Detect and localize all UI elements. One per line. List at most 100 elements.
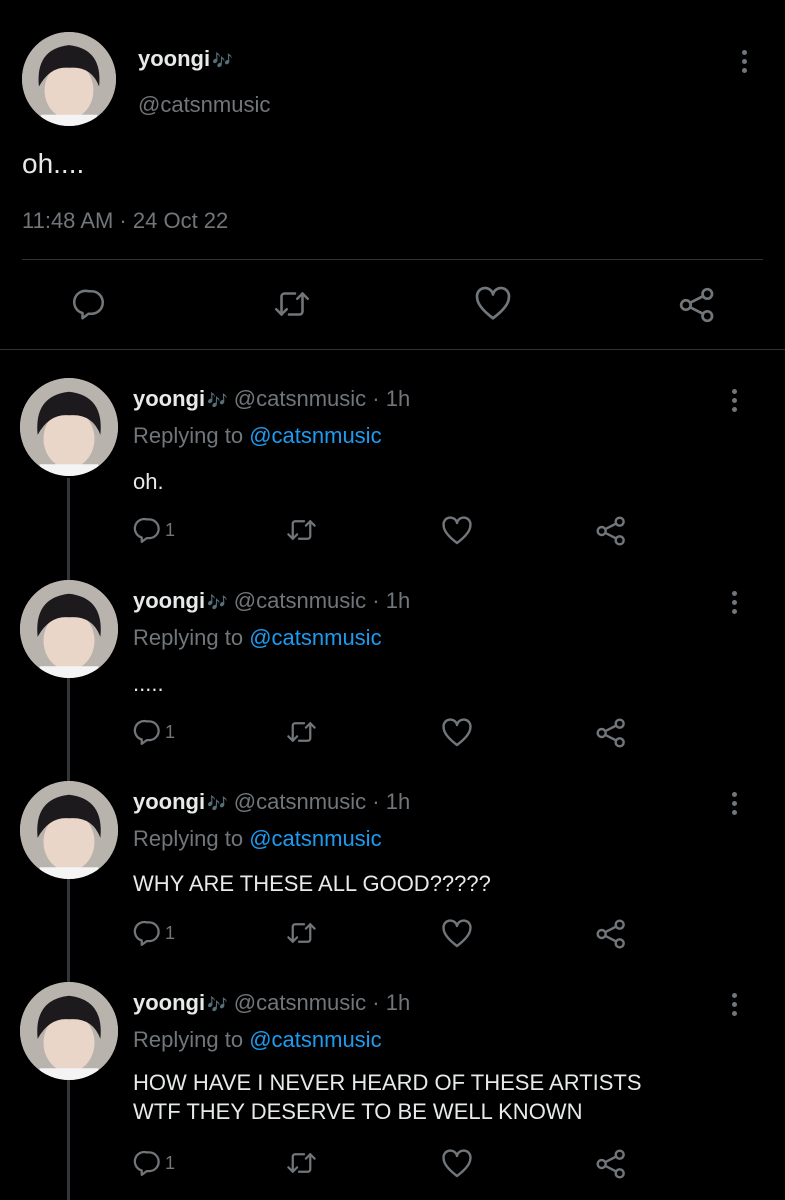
music-note-emoji: 🎶 xyxy=(207,594,228,612)
music-note-emoji: 🎶 xyxy=(207,996,228,1014)
like-button[interactable] xyxy=(441,516,473,546)
reply-time[interactable]: · 1h xyxy=(372,386,410,411)
reply-time[interactable]: · 1h xyxy=(372,789,410,814)
music-note-emoji: 🎶 xyxy=(212,52,233,70)
reply-avatar[interactable] xyxy=(20,378,118,476)
reply-button[interactable] xyxy=(72,286,108,322)
like-button[interactable] xyxy=(441,1149,473,1179)
reply-avatar[interactable] xyxy=(20,580,118,678)
heart-icon xyxy=(442,516,472,545)
more-options-button[interactable] xyxy=(730,591,738,614)
reply-text-line: ..... xyxy=(133,671,164,696)
reply-avatar[interactable] xyxy=(20,781,118,879)
share-button[interactable] xyxy=(595,717,627,749)
replying-to-handle-link[interactable]: @catsnmusic xyxy=(249,625,381,650)
music-note-emoji: 🎶 xyxy=(207,795,228,813)
reply-count: 1 xyxy=(165,1152,176,1173)
handle[interactable]: @catsnmusic xyxy=(234,789,366,814)
share-button[interactable] xyxy=(595,1148,627,1180)
retweet-arrows-icon xyxy=(287,520,316,540)
retweet-arrows-icon xyxy=(287,722,316,742)
speech-bubble-icon xyxy=(133,1150,160,1176)
like-button[interactable] xyxy=(441,718,473,748)
retweet-button[interactable] xyxy=(285,918,318,948)
reply-text: ..... xyxy=(133,669,164,698)
reply-actions: 1 xyxy=(133,918,633,950)
speech-bubble-icon xyxy=(72,289,104,320)
heart-icon xyxy=(442,1149,472,1178)
reply-time[interactable]: · 1h xyxy=(372,990,410,1015)
reply-count: 1 xyxy=(165,922,176,943)
handle[interactable]: @catsnmusic xyxy=(234,588,366,613)
avatar-photo xyxy=(20,580,118,678)
more-options-button[interactable] xyxy=(730,389,738,412)
reply-header: yoongi 🎶 @catsnmusic · 1h xyxy=(133,789,410,815)
reply-avatar[interactable] xyxy=(20,982,118,1080)
share-nodes-icon xyxy=(679,287,714,323)
reply-text-line: WHY ARE THESE ALL GOOD????? xyxy=(133,871,491,896)
replying-to-handle-link[interactable]: @catsnmusic xyxy=(249,1027,381,1052)
display-name[interactable]: yoongi xyxy=(133,990,205,1015)
retweet-button[interactable] xyxy=(285,717,318,747)
retweet-arrows-icon xyxy=(274,292,310,316)
retweet-button[interactable] xyxy=(285,1148,318,1178)
reply-header: yoongi 🎶 @catsnmusic · 1h xyxy=(133,386,410,412)
display-name[interactable]: yoongi xyxy=(133,789,205,814)
reply-actions: 1 xyxy=(133,717,633,749)
avatar-photo xyxy=(22,32,116,126)
like-button[interactable] xyxy=(474,286,512,322)
replying-to-handle-link[interactable]: @catsnmusic xyxy=(249,423,381,448)
share-nodes-icon xyxy=(596,919,625,949)
share-button[interactable] xyxy=(678,286,716,324)
replying-to: Replying to @catsnmusic xyxy=(133,826,382,851)
heart-icon xyxy=(442,919,472,948)
reply-text: HOW HAVE I NEVER HEARD OF THESE ARTISTS … xyxy=(133,1068,642,1126)
replying-to: Replying to @catsnmusic xyxy=(133,625,382,650)
more-options-button[interactable] xyxy=(730,792,738,815)
handle[interactable]: @catsnmusic xyxy=(234,990,366,1015)
retweet-arrows-icon xyxy=(287,923,316,943)
share-button[interactable] xyxy=(595,918,627,950)
reply-header: yoongi 🎶 @catsnmusic · 1h xyxy=(133,588,410,614)
music-note-emoji: 🎶 xyxy=(207,392,228,410)
replying-to-handle-link[interactable]: @catsnmusic xyxy=(249,826,381,851)
replying-to: Replying to @catsnmusic xyxy=(133,1027,382,1052)
display-name[interactable]: yoongi xyxy=(133,588,205,613)
share-nodes-icon xyxy=(596,516,625,546)
tweet-timestamp[interactable]: 11:48 AM · 24 Oct 22 xyxy=(22,208,228,234)
tweet-text: oh.... xyxy=(22,148,85,179)
display-name[interactable]: yoongi xyxy=(133,386,205,411)
reply-time[interactable]: · 1h xyxy=(372,588,410,613)
handle[interactable]: @catsnmusic xyxy=(138,92,270,118)
display-name[interactable]: yoongi 🎶 xyxy=(138,46,233,72)
speech-bubble-icon xyxy=(133,920,160,946)
reply-text-line: oh. xyxy=(133,469,164,494)
retweet-button[interactable] xyxy=(285,515,318,545)
like-button[interactable] xyxy=(441,919,473,949)
more-options-button[interactable] xyxy=(740,50,748,73)
reply-text-line: HOW HAVE I NEVER HEARD OF THESE ARTISTS xyxy=(133,1070,642,1095)
reply-button[interactable]: 1 xyxy=(133,515,175,545)
retweet-button[interactable] xyxy=(272,286,312,322)
share-nodes-icon xyxy=(596,718,625,748)
reply-count: 1 xyxy=(165,519,176,540)
reply-button[interactable]: 1 xyxy=(133,1148,175,1178)
section-divider xyxy=(0,349,785,350)
share-button[interactable] xyxy=(595,515,627,547)
reply-actions: 1 xyxy=(133,515,633,547)
reply-text-line: WTF THEY DESERVE TO BE WELL KNOWN xyxy=(133,1099,583,1124)
reply-button[interactable]: 1 xyxy=(133,717,175,747)
avatar-photo xyxy=(20,378,118,476)
divider xyxy=(22,259,763,260)
more-options-button[interactable] xyxy=(730,993,738,1016)
reply-button[interactable]: 1 xyxy=(133,918,175,948)
heart-icon xyxy=(442,718,472,747)
avatar[interactable] xyxy=(22,32,116,126)
reply-actions: 1 xyxy=(133,1148,633,1180)
replying-to: Replying to @catsnmusic xyxy=(133,423,382,448)
avatar-photo xyxy=(20,781,118,879)
heart-icon xyxy=(475,286,511,320)
handle[interactable]: @catsnmusic xyxy=(234,386,366,411)
share-nodes-icon xyxy=(596,1149,625,1179)
speech-bubble-icon xyxy=(133,719,160,745)
